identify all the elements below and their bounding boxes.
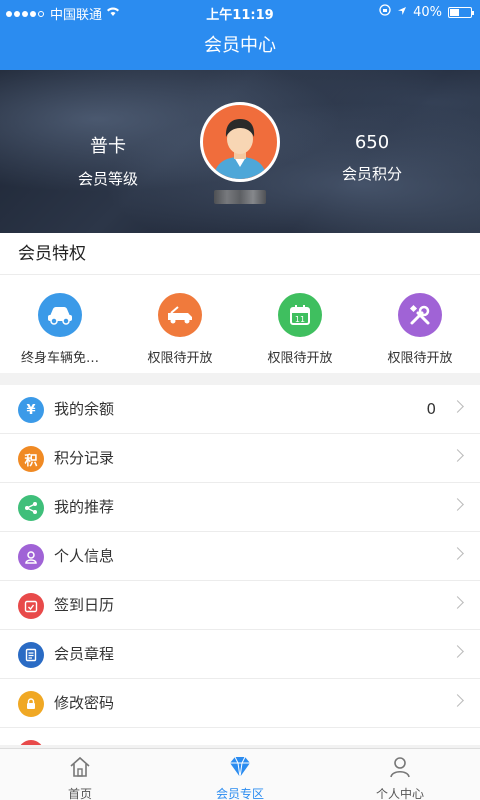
tow-truck-icon	[158, 293, 202, 337]
status-bar: 中国联通 上午11:19 40%	[0, 0, 480, 23]
menu-item-label: 我的推荐	[54, 498, 115, 516]
privilege-label: 权限待开放	[147, 351, 213, 366]
member-points-label: 会员积分	[341, 165, 402, 183]
chevron-right-icon	[451, 547, 464, 560]
menu-item-balance[interactable]: ¥ 我的余额 0	[0, 385, 480, 434]
battery-percent: 40%	[413, 4, 442, 20]
battery-icon	[448, 6, 474, 18]
svg-text:11: 11	[295, 315, 305, 324]
menu-item-referrals[interactable]: 我的推荐	[0, 483, 480, 532]
privilege-item-calendar[interactable]: 11 权限待开放	[240, 275, 360, 366]
lock-icon	[18, 691, 44, 717]
balance-value: 0	[426, 400, 436, 418]
avatar-person-icon	[213, 119, 267, 179]
privilege-label: 终身车辆免…	[20, 351, 99, 366]
person-icon	[390, 757, 410, 778]
tab-label: 首页	[67, 787, 92, 800]
menu-item-profile[interactable]: 个人信息	[0, 532, 480, 581]
diamond-icon	[230, 756, 250, 778]
chevron-right-icon	[451, 400, 464, 413]
home-icon	[70, 756, 90, 777]
privilege-item-tools[interactable]: 权限待开放	[360, 275, 480, 366]
member-points-value: 650	[354, 132, 390, 153]
chevron-right-icon	[451, 694, 464, 707]
menu-item-partial[interactable]	[0, 728, 480, 745]
menu-item-label: 修改密码	[54, 694, 115, 712]
chevron-right-icon	[451, 498, 464, 511]
tab-home[interactable]: 首页	[0, 749, 160, 800]
calendar-check-icon	[18, 593, 44, 619]
member-level-label: 会员等级	[77, 170, 138, 188]
privileges-title: 会员特权	[0, 233, 480, 275]
privileges-section: 会员特权 终身车辆免… 权限待开放 11 权限待开放 权限待开放	[0, 233, 480, 373]
location-icon	[397, 5, 407, 20]
chevron-right-icon	[451, 449, 464, 462]
chevron-right-icon	[451, 596, 464, 609]
rotation-lock-icon	[379, 4, 391, 20]
privilege-label: 权限待开放	[267, 351, 333, 366]
menu-item-change-password[interactable]: 修改密码	[0, 679, 480, 728]
yen-icon: ¥	[18, 397, 44, 423]
tab-label: 个人中心	[375, 787, 424, 800]
points-icon: 积	[18, 446, 44, 472]
nav-bar: 会员中心	[0, 22, 480, 70]
user-icon	[18, 544, 44, 570]
menu-item-label: 我的余额	[54, 400, 115, 418]
tab-label: 会员专区	[215, 787, 264, 800]
partial-icon	[18, 740, 44, 745]
tools-icon	[398, 293, 442, 337]
username-blurred	[214, 190, 266, 204]
menu-item-points-record[interactable]: 积 积分记录	[0, 434, 480, 483]
menu-item-label: 签到日历	[54, 596, 115, 614]
avatar[interactable]	[200, 102, 280, 182]
tab-member-zone[interactable]: 会员专区	[160, 749, 320, 800]
member-points: 650 会员积分	[302, 132, 442, 184]
car-icon	[38, 293, 82, 337]
share-icon	[18, 495, 44, 521]
privilege-item-tow[interactable]: 权限待开放	[120, 275, 240, 366]
document-icon	[18, 642, 44, 668]
privilege-label: 权限待开放	[387, 351, 453, 366]
menu-item-checkin-calendar[interactable]: 签到日历	[0, 581, 480, 630]
tab-personal-center[interactable]: 个人中心	[320, 749, 480, 800]
tab-bar: 首页 会员专区 个人中心	[0, 748, 480, 800]
member-level: 普卡 会员等级	[38, 132, 178, 189]
menu-item-label: 会员章程	[54, 645, 115, 663]
privilege-item-car[interactable]: 终身车辆免…	[0, 275, 120, 366]
page-title: 会员中心	[204, 35, 276, 56]
calendar-icon: 11	[278, 293, 322, 337]
menu-item-label: 个人信息	[54, 547, 115, 565]
member-menu-list: ¥ 我的余额 0 积 积分记录 我的推荐 个人信息 签到日历 会员章程 修改密码	[0, 385, 480, 745]
chevron-right-icon	[451, 645, 464, 658]
menu-item-label: 积分记录	[54, 449, 115, 467]
menu-item-charter[interactable]: 会员章程	[0, 630, 480, 679]
member-header: 普卡 会员等级 650 会员积分	[0, 70, 480, 233]
member-level-value: 普卡	[90, 136, 126, 157]
